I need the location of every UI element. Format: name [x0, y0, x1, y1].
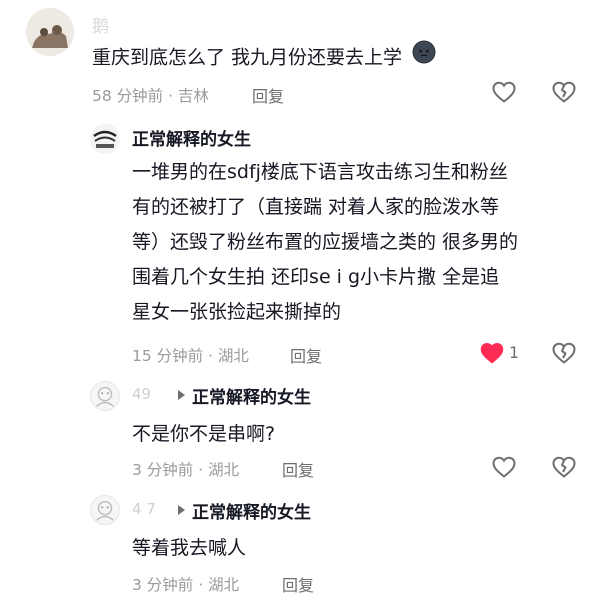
reply-to-arrow-icon — [178, 390, 185, 400]
like-heart-outline-icon[interactable] — [491, 455, 517, 479]
dislike-broken-heart-icon[interactable] — [551, 80, 577, 104]
reply-author-name[interactable]: 正常解释的女生 — [132, 125, 251, 150]
dislike-broken-heart-icon[interactable] — [551, 341, 577, 365]
dislike-broken-heart-icon[interactable] — [551, 455, 577, 479]
reply-text-block: 一堆男的在sdfj楼底下语言攻击练习生和粉丝 有的还被打了（直接踹 对着人家的脸… — [132, 155, 582, 330]
reply-button[interactable]: 回复 — [282, 457, 314, 481]
reply-button[interactable]: 回复 — [252, 83, 284, 107]
reply-text-line: 星女一张张捡起来撕掉的 — [132, 301, 342, 323]
replied-to-name[interactable]: 正常解释的女生 — [192, 498, 311, 523]
replier-avatar[interactable] — [90, 381, 120, 411]
reply-text-line: 围着几个女生拍 还印se i g小卡片撒 全是追 — [132, 266, 500, 288]
author-avatar[interactable] — [90, 124, 120, 154]
like-heart-outline-icon[interactable] — [491, 80, 517, 104]
replier-username[interactable]: 4 7 — [132, 500, 156, 518]
reply-button[interactable]: 回复 — [282, 572, 314, 596]
author-avatar-image — [90, 124, 120, 154]
like-count: 1 — [509, 343, 520, 362]
reply-to-arrow-icon — [178, 505, 185, 515]
reply-text-line: 一堆男的在sdfj楼底下语言攻击练习生和粉丝 — [132, 161, 508, 183]
commenter-username[interactable]: 鹅 — [92, 12, 109, 37]
replier-avatar-image — [96, 386, 114, 407]
reply-meta: 15 分钟前 · 湖北 — [132, 347, 249, 365]
commenter-avatar[interactable] — [26, 8, 74, 56]
reply-meta: 3 分钟前 · 湖北 — [132, 576, 240, 594]
reply-text: 等着我去喊人 — [132, 537, 247, 559]
reply-text-line: 有的还被打了（直接踹 对着人家的脸泼水等 — [132, 196, 500, 218]
replier-avatar[interactable] — [90, 495, 120, 525]
avatar-image — [26, 8, 74, 56]
replier-username[interactable]: 49 — [132, 385, 151, 403]
reply-button[interactable]: 回复 — [290, 343, 322, 367]
reply-meta: 3 分钟前 · 湖北 — [132, 461, 240, 479]
replier-avatar-image — [96, 500, 114, 521]
comment-meta: 58 分钟前 · 吉林 — [92, 87, 209, 105]
comment-body: 重庆到底怎么了 我九月份还要去上学 — [92, 46, 403, 69]
reply-text: 不是你不是串啊? — [132, 423, 276, 445]
comment-text: 重庆到底怎么了 我九月份还要去上学 — [92, 40, 436, 76]
reply-text-line: 等）还毁了粉丝布置的应援墙之类的 很多男的 — [132, 231, 519, 253]
replied-to-name[interactable]: 正常解释的女生 — [192, 383, 311, 408]
like-heart-filled-icon[interactable] — [479, 341, 505, 365]
crying-ghost-emoji-icon — [412, 40, 436, 76]
